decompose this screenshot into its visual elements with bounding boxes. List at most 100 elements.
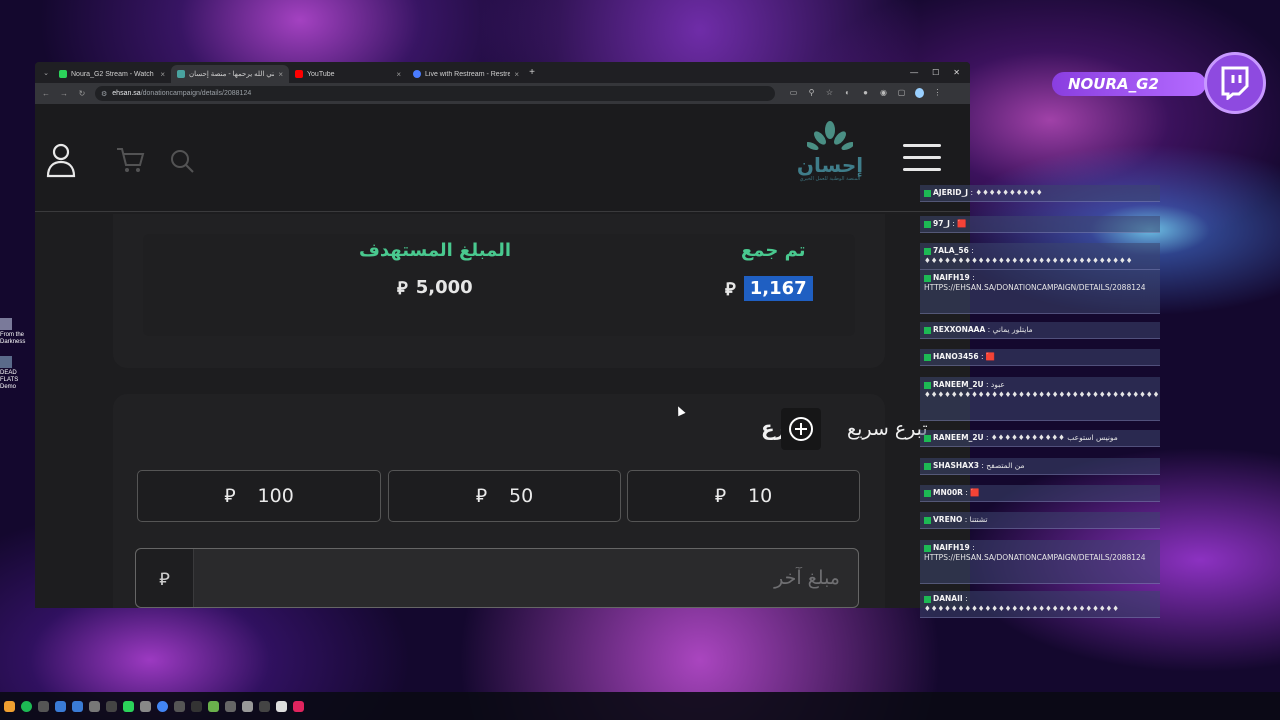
tab-twitch[interactable]: Noura_G2 Stream - Watch Live × xyxy=(53,65,171,83)
tab-youtube[interactable]: YouTube × xyxy=(289,65,407,83)
browser-window: ⌄ Noura_G2 Stream - Watch Live × جبلني ا… xyxy=(35,62,970,608)
app-icon[interactable] xyxy=(140,700,151,712)
app-icon[interactable] xyxy=(174,700,185,712)
tab-title: Noura_G2 Stream - Watch Live xyxy=(71,70,156,78)
chat-message: NAIFH19 : HTTPS://EHSAN.SA/DONATIONCAMPA… xyxy=(920,270,1160,314)
riyal-icon: ⃁ xyxy=(725,279,736,300)
app-icon[interactable] xyxy=(259,700,270,712)
logo-text: إحسان xyxy=(796,153,864,177)
amount-value: 10 xyxy=(748,485,773,507)
address-bar[interactable]: ⚙ ehsan.sa/donationcampaign/details/2088… xyxy=(95,86,775,101)
ehsan-favicon-icon xyxy=(177,70,185,78)
amount-value: 100 xyxy=(257,485,294,507)
zoom-icon[interactable]: ⚲ xyxy=(807,88,816,100)
ehsan-page: إحسان المنصة الوطنية للعمل الخيري تم جمع… xyxy=(35,104,970,608)
close-tab-icon[interactable]: × xyxy=(278,70,283,79)
desktop-icon[interactable]: DEAD FLATS Demo xyxy=(0,356,34,391)
site-header: إحسان المنصة الوطنية للعمل الخيري xyxy=(35,104,970,212)
hamburger-menu-icon[interactable] xyxy=(903,144,941,174)
site-info-icon[interactable]: ⚙ xyxy=(101,90,107,98)
chat-message: HANO3456 : 🟥 xyxy=(920,349,1160,366)
riyal-icon: ⃁ xyxy=(136,549,194,607)
back-icon[interactable]: ← xyxy=(41,89,51,98)
reload-icon[interactable]: ↻ xyxy=(77,89,87,98)
browser-toolbar: ← → ↻ ⚙ ehsan.sa/donationcampaign/detail… xyxy=(35,83,970,104)
channel-name-badge: NOURA_G2 xyxy=(1052,72,1206,96)
logo-leaves-icon xyxy=(805,121,855,151)
target-amount: ⃁ 5,000 xyxy=(397,276,473,299)
app-icon[interactable] xyxy=(293,700,304,712)
app-icon[interactable] xyxy=(55,700,66,712)
logo-subtitle: المنصة الوطنية للعمل الخيري xyxy=(799,176,861,182)
stream-chat: AJERID_J : ♦♦♦♦♦♦♦♦♦♦ 97_J : 🟥 7ALA_56 :… xyxy=(920,185,1165,630)
chat-message: 7ALA_56 : ♦♦♦♦♦♦♦♦♦♦♦♦♦♦♦♦♦♦♦♦♦♦♦♦♦♦♦♦♦♦… xyxy=(920,243,1160,270)
new-tab-icon[interactable]: + xyxy=(525,67,539,78)
desktop-icon-label: DEAD FLATS Demo xyxy=(0,370,19,390)
target-label: المبلغ المستهدف xyxy=(359,240,512,261)
bookmark-star-icon[interactable]: ☆ xyxy=(825,88,834,100)
desktop-icon[interactable]: From the Darkness xyxy=(0,318,34,346)
cart-icon[interactable] xyxy=(115,146,145,174)
app-icon[interactable] xyxy=(242,700,253,712)
cast-icon[interactable]: ▭ xyxy=(789,88,798,100)
search-icon[interactable] xyxy=(169,148,195,174)
more-menu-icon[interactable]: ⋮ xyxy=(933,88,942,100)
tab-ehsan[interactable]: جبلني الله يرحمها - منصة إحسان × xyxy=(171,65,289,83)
close-window-icon[interactable]: ✕ xyxy=(953,68,960,77)
extension-icon[interactable]: ● xyxy=(861,88,870,100)
channel-name: NOURA_G2 xyxy=(1068,75,1159,93)
minimize-icon[interactable]: — xyxy=(910,68,918,77)
chat-message: MN00R : 🟥 xyxy=(920,485,1160,502)
tab-title: جبلني الله يرحمها - منصة إحسان xyxy=(189,71,275,78)
tab-search-icon[interactable]: ⌄ xyxy=(39,69,53,77)
app-icon[interactable] xyxy=(72,700,83,712)
forward-icon[interactable]: → xyxy=(59,89,69,98)
profile-avatar[interactable] xyxy=(915,87,924,100)
chat-message: SHASHAX3 : من المتصفح xyxy=(920,458,1160,475)
amount-50-button[interactable]: ⃁ 50 xyxy=(388,470,621,522)
chat-message: RANEEM_2U : ♦♦♦♦♦♦♦♦♦♦♦ مونيس استوعب xyxy=(920,430,1160,447)
start-icon[interactable] xyxy=(4,700,15,712)
stats-inner: تم جمع ⃁ 1,167 المبلغ المستهدف ⃁ 5,000 xyxy=(143,234,855,336)
app-icon[interactable] xyxy=(208,700,219,712)
extension-icon[interactable]: ◉ xyxy=(879,88,888,100)
maximize-icon[interactable]: ☐ xyxy=(932,68,939,77)
url-host: ehsan.sa xyxy=(112,90,141,97)
close-tab-icon[interactable]: × xyxy=(160,70,165,79)
spotify-icon[interactable] xyxy=(21,700,32,712)
extensions-puzzle-icon[interactable]: ▢ xyxy=(897,88,906,100)
close-tab-icon[interactable]: × xyxy=(396,70,401,79)
chat-message: VRENO : تشتتنا xyxy=(920,512,1160,529)
app-icon[interactable] xyxy=(191,700,202,712)
tab-restream[interactable]: Live with Restream - Restream × xyxy=(407,65,525,83)
amount-100-button[interactable]: ⃁ 100 xyxy=(137,470,381,522)
chat-message: NAIFH19 : HTTPS://EHSAN.SA/DONATIONCAMPA… xyxy=(920,540,1160,584)
app-icon[interactable] xyxy=(276,700,287,712)
add-circle-icon[interactable] xyxy=(781,408,821,450)
collected-label: تم جمع xyxy=(741,240,806,261)
riyal-icon: ⃁ xyxy=(475,485,488,507)
quick-donate-label: تبرع سريع xyxy=(847,418,928,440)
amount-value: 50 xyxy=(509,485,534,507)
app-icon[interactable] xyxy=(106,700,117,712)
amount-10-button[interactable]: ⃁ 10 xyxy=(627,470,860,522)
extension-icon[interactable]: ◐ xyxy=(843,88,852,100)
youtube-favicon-icon xyxy=(295,70,303,78)
riyal-icon: ⃁ xyxy=(224,485,236,507)
app-icon xyxy=(0,356,12,368)
tab-title: YouTube xyxy=(307,70,335,78)
app-icon[interactable] xyxy=(225,700,236,712)
ehsan-logo[interactable]: إحسان المنصة الوطنية للعمل الخيري xyxy=(795,120,865,192)
close-tab-icon[interactable]: × xyxy=(514,70,519,79)
other-amount-field: ⃁ xyxy=(135,548,859,608)
app-icon[interactable] xyxy=(38,700,49,712)
app-icon[interactable] xyxy=(157,700,168,712)
desktop-icon-label: From the Darkness xyxy=(0,332,26,345)
app-icon[interactable] xyxy=(89,700,100,712)
target-value: 5,000 xyxy=(415,277,473,298)
app-icon[interactable] xyxy=(123,700,134,712)
user-account-icon[interactable] xyxy=(45,142,77,178)
twitch-favicon-icon xyxy=(59,70,67,78)
other-amount-input[interactable] xyxy=(194,549,858,607)
url-path: /donationcampaign/details/2088124 xyxy=(140,90,252,97)
